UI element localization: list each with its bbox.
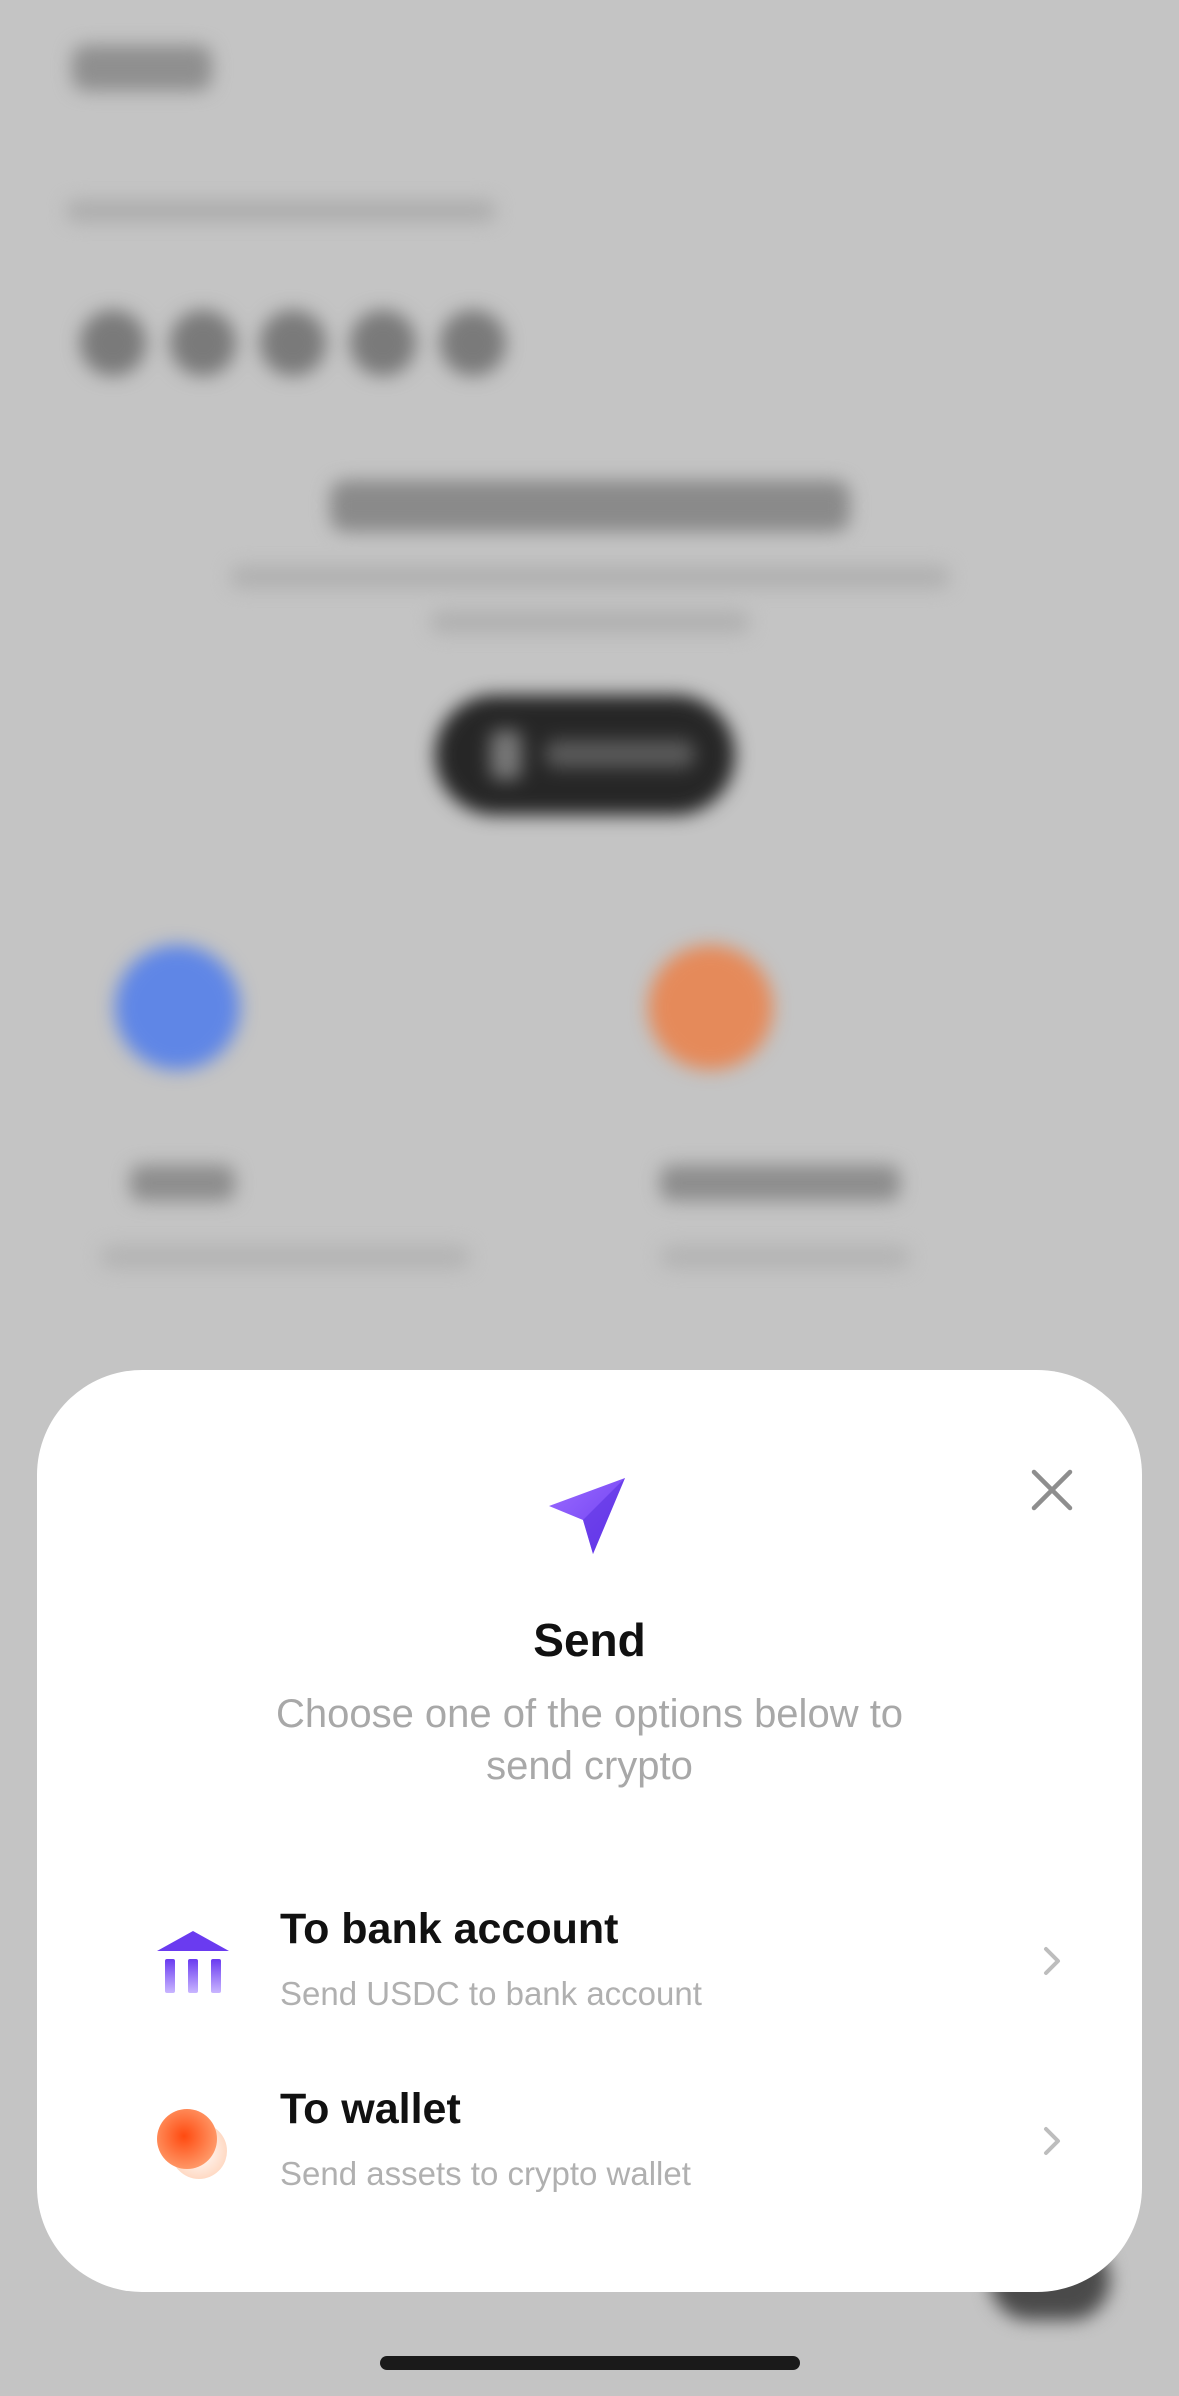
background-dot bbox=[170, 310, 236, 376]
background-pill-icon bbox=[490, 730, 522, 780]
background-text-line bbox=[66, 200, 496, 222]
bank-icon bbox=[157, 1931, 229, 1993]
background-blue-circle bbox=[115, 945, 240, 1070]
home-indicator[interactable] bbox=[380, 2356, 800, 2370]
sheet-subtitle: Choose one of the options below to send … bbox=[275, 1692, 904, 1788]
background-card-subtitle bbox=[100, 1245, 470, 1269]
background-logo bbox=[72, 45, 212, 91]
background-dot bbox=[80, 310, 146, 376]
send-bottom-sheet: Send Choose one of the options below to … bbox=[37, 1370, 1142, 2292]
background-card-subtitle bbox=[660, 1245, 910, 1269]
background-subtext bbox=[230, 565, 950, 589]
background-heading bbox=[330, 480, 850, 532]
option-to-bank-account[interactable]: To bank account Send USDC to bank accoun… bbox=[77, 1885, 1102, 2035]
paper-plane-icon bbox=[549, 1478, 625, 1554]
background-card-title bbox=[130, 1165, 235, 1201]
close-icon bbox=[1031, 1469, 1073, 1511]
option-subtitle: Send assets to crypto wallet bbox=[280, 2155, 691, 2192]
background-dot bbox=[350, 310, 416, 376]
wallet-coins-icon bbox=[157, 2109, 227, 2179]
option-subtitle: Send USDC to bank account bbox=[280, 1975, 702, 2012]
sheet-title: Send bbox=[533, 1614, 646, 1666]
background-orange-circle bbox=[648, 945, 773, 1070]
chevron-right-icon bbox=[1044, 1947, 1060, 1975]
background-dot bbox=[440, 310, 506, 376]
option-title: To bank account bbox=[280, 1905, 619, 1953]
background-card-title bbox=[660, 1165, 900, 1201]
close-button[interactable] bbox=[1017, 1455, 1087, 1525]
option-to-wallet[interactable]: To wallet Send assets to crypto wallet bbox=[77, 2065, 1102, 2215]
background-subtext bbox=[430, 610, 750, 634]
background-dot bbox=[260, 310, 326, 376]
background-pill-label bbox=[545, 740, 695, 768]
option-title: To wallet bbox=[280, 2085, 461, 2133]
chevron-right-icon bbox=[1044, 2127, 1060, 2155]
